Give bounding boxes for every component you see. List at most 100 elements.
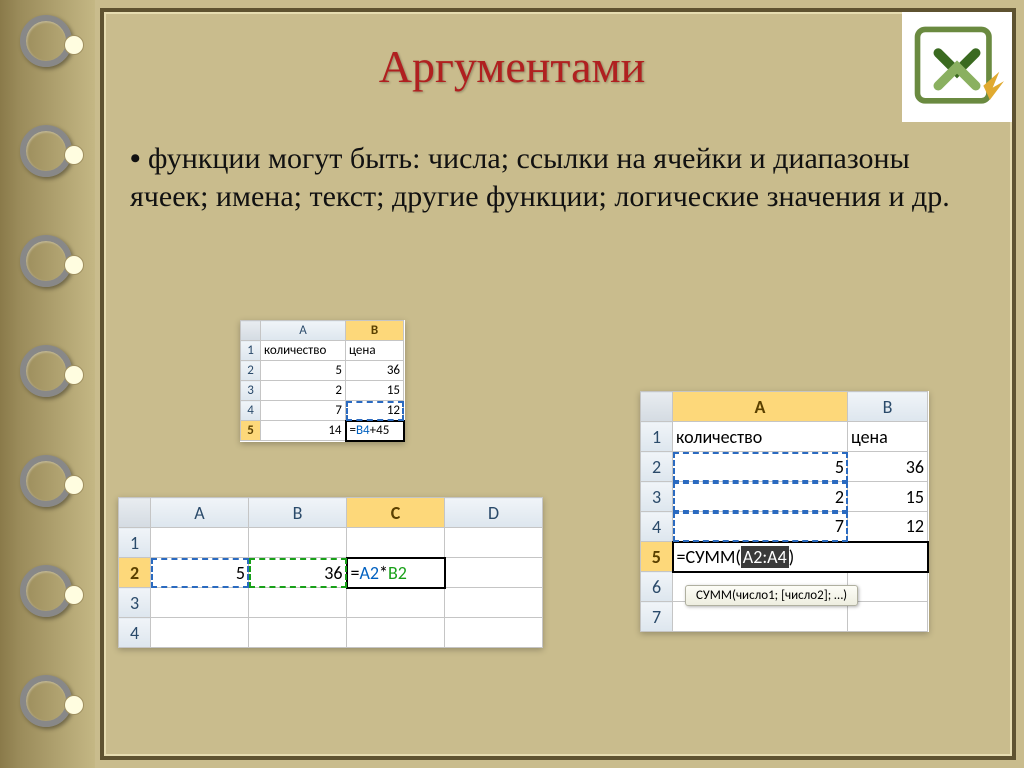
spiral-ring — [20, 125, 72, 177]
col-header-b: B — [249, 498, 347, 528]
row-header: 4 — [641, 512, 673, 542]
row-header: 3 — [119, 588, 151, 618]
cell: количество — [673, 422, 848, 452]
cell — [445, 588, 543, 618]
table-row: 4 7 12 — [241, 401, 404, 421]
row-header: 4 — [119, 618, 151, 648]
formula-ref: B2 — [388, 562, 407, 584]
table-row: 3 2 15 — [641, 482, 928, 512]
col-header-b: B — [346, 321, 404, 341]
col-header-b: B — [848, 392, 928, 422]
cell: 15 — [848, 482, 928, 512]
cell-referenced: 5 — [151, 558, 249, 588]
table-row: 2 5 36 — [241, 361, 404, 381]
table-row: 4 — [119, 618, 543, 648]
spiral-ring — [20, 345, 72, 397]
row-header: 3 — [241, 381, 261, 401]
table-row: 2 5 36 — [641, 452, 928, 482]
col-header-a: A — [673, 392, 848, 422]
cell — [445, 528, 543, 558]
formula-prefix: =СУММ( — [677, 546, 741, 568]
select-all-corner — [241, 321, 261, 341]
spiral-ring — [20, 235, 72, 287]
excel-logo-icon — [902, 12, 1012, 122]
slide-title: Аргументами — [0, 40, 1024, 93]
row-header: 1 — [241, 341, 261, 361]
cell — [347, 618, 445, 648]
cell — [151, 528, 249, 558]
col-header-c: C — [347, 498, 445, 528]
cell: цена — [848, 422, 928, 452]
cell — [347, 588, 445, 618]
table-row: 1 количество цена — [641, 422, 928, 452]
formula-cell: =СУММ(A2:A4) — [673, 542, 928, 572]
formula-op: * — [379, 562, 388, 584]
table-row: 1 количество цена — [241, 341, 404, 361]
row-header: 1 — [641, 422, 673, 452]
cell: 36 — [848, 452, 928, 482]
spiral-ring — [20, 455, 72, 507]
table-row: 5 14 =B4+45 — [241, 421, 404, 441]
table-row: 2 5 36 =A2*B2 — [119, 558, 543, 588]
col-header-a: A — [261, 321, 346, 341]
cell: 14 — [261, 421, 346, 441]
cell — [445, 618, 543, 648]
bullet-text: функции могут быть: числа; ссылки на яче… — [130, 140, 984, 215]
formula-suffix: ) — [789, 546, 794, 568]
formula-ref: B4 — [356, 423, 370, 438]
formula-suffix: +45 — [370, 423, 390, 438]
table-row: 3 2 15 — [241, 381, 404, 401]
cell: 7 — [261, 401, 346, 421]
cell — [848, 572, 928, 602]
formula-range-highlight: A2:A4 — [741, 546, 789, 568]
cell: 12 — [848, 512, 928, 542]
row-header: 2 — [641, 452, 673, 482]
row-header: 6 — [641, 572, 673, 602]
cell — [151, 618, 249, 648]
row-header: 3 — [641, 482, 673, 512]
select-all-corner — [119, 498, 151, 528]
cell — [249, 588, 347, 618]
row-header: 2 — [241, 361, 261, 381]
cell — [673, 602, 848, 632]
spiral-ring — [20, 15, 72, 67]
cell — [151, 588, 249, 618]
cell-referenced: 2 — [673, 482, 848, 512]
formula-cell: =B4+45 — [346, 421, 404, 441]
function-tooltip: СУММ(число1; [число2]; …) — [685, 585, 858, 606]
cell — [249, 528, 347, 558]
table-row: 7 — [641, 602, 928, 632]
row-header: 4 — [241, 401, 261, 421]
cell: количество — [261, 341, 346, 361]
formula-cell: =A2*B2 — [347, 558, 445, 588]
cell: 36 — [346, 361, 404, 381]
cell-referenced: 12 — [346, 401, 404, 421]
cell-referenced: 7 — [673, 512, 848, 542]
cell-referenced: 36 — [249, 558, 347, 588]
row-header: 2 — [119, 558, 151, 588]
cell: 2 — [261, 381, 346, 401]
select-all-corner — [641, 392, 673, 422]
cell-referenced: 5 — [673, 452, 848, 482]
cell — [347, 528, 445, 558]
cell — [249, 618, 347, 648]
cell: 5 — [261, 361, 346, 381]
col-header-d: D — [445, 498, 543, 528]
cell: 15 — [346, 381, 404, 401]
col-header-a: A — [151, 498, 249, 528]
excel-example-2: A B C D 1 2 5 36 =A2*B2 3 4 — [118, 497, 543, 648]
row-header: 5 — [241, 421, 261, 441]
row-header: 1 — [119, 528, 151, 558]
cell — [445, 558, 543, 588]
spiral-ring — [20, 565, 72, 617]
table-row: 5 =СУММ(A2:A4) — [641, 542, 928, 572]
spiral-ring — [20, 675, 72, 727]
row-header: 7 — [641, 602, 673, 632]
cell — [848, 602, 928, 632]
cell: цена — [346, 341, 404, 361]
formula-ref: A2 — [359, 562, 379, 584]
row-header: 5 — [641, 542, 673, 572]
excel-example-1: A B 1 количество цена 2 5 36 3 2 15 4 7 … — [240, 320, 405, 442]
table-row: 4 7 12 — [641, 512, 928, 542]
table-row: 1 — [119, 528, 543, 558]
